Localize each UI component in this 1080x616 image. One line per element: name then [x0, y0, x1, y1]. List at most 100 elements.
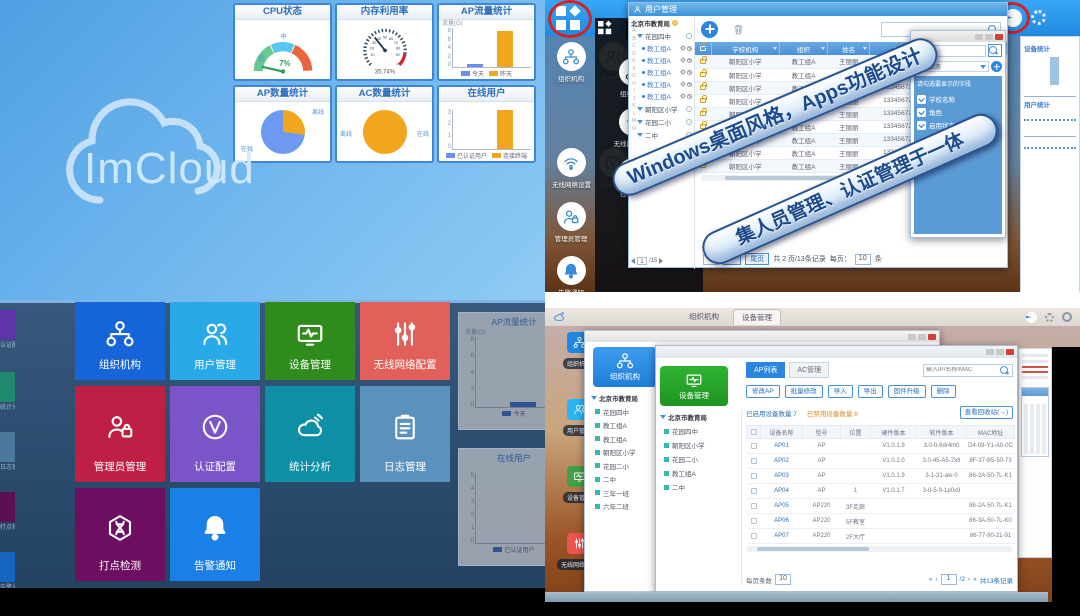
- tile-无线网络配置[interactable]: 无线网络配置: [360, 302, 450, 380]
- column-header[interactable]: 位置: [841, 426, 871, 439]
- add-user-button[interactable]: [701, 21, 718, 38]
- tree-item[interactable]: 花园四中: [591, 407, 657, 417]
- tile-统计分析[interactable]: 统计分析: [265, 386, 355, 482]
- tree-group[interactable]: 朝阳区小学: [637, 104, 692, 114]
- button-删除[interactable]: 删除: [931, 385, 956, 398]
- per-page-input[interactable]: 10: [855, 254, 871, 265]
- desktop-icon-无线网络设置[interactable]: 无线网络设置: [552, 148, 590, 189]
- button-固件升级[interactable]: 固件升级: [888, 385, 926, 398]
- tree-item[interactable]: 二中: [591, 474, 657, 484]
- edit-icon[interactable]: [680, 93, 686, 99]
- filter-icon[interactable]: [863, 47, 867, 50]
- filter-icon[interactable]: [773, 47, 777, 50]
- close-button[interactable]: [928, 334, 936, 340]
- widget-card[interactable]: 在线用户3210已认证用户连接终端: [437, 85, 536, 163]
- expand-icon[interactable]: [686, 33, 692, 39]
- desktop-icon-管理员管理[interactable]: 管理员管理: [552, 202, 590, 243]
- column-header[interactable]: 组织: [779, 42, 827, 55]
- maximize-button[interactable]: [996, 349, 1004, 355]
- first-page-button[interactable]: «: [929, 576, 933, 583]
- device-search[interactable]: [923, 364, 1013, 377]
- edit-icon[interactable]: [680, 81, 686, 87]
- column-header[interactable]: 设备名称: [761, 426, 803, 439]
- button-修改AP[interactable]: 修改AP: [746, 385, 780, 398]
- tree-item[interactable]: 教工组A: [591, 434, 657, 444]
- tile-组织机构[interactable]: 组织机构: [75, 302, 165, 380]
- tree-group[interactable]: 花园二小: [637, 117, 692, 127]
- widget-card[interactable]: CPU状态低中高7%: [233, 3, 332, 81]
- checkbox-column-header[interactable]: [747, 426, 761, 439]
- disable-icon[interactable]: [687, 94, 692, 99]
- tree-item[interactable]: 教工组A: [637, 43, 692, 53]
- tree-item[interactable]: 教工组A: [660, 468, 739, 478]
- search-button[interactable]: [988, 44, 1002, 57]
- power-icon[interactable]: [1062, 312, 1072, 322]
- table-row[interactable]: AP02APV1.0.2.03.0-45-A5-7x88F-37-B5-50-7…: [747, 454, 1015, 469]
- column-header[interactable]: 硬件版本: [871, 426, 917, 439]
- button-批量修改[interactable]: 批量修改: [785, 385, 823, 398]
- tree-root[interactable]: 北京市教育局: [660, 412, 739, 422]
- tile-用户管理[interactable]: 用户管理: [170, 302, 260, 380]
- disable-icon[interactable]: [687, 70, 692, 75]
- tab-AC管理[interactable]: AC管理: [789, 362, 829, 378]
- window-titlebar[interactable]: 用户管理: [629, 3, 1007, 16]
- expand-icon[interactable]: [686, 119, 692, 125]
- tab-设备管理[interactable]: 设备管理: [733, 309, 781, 325]
- table-row[interactable]: AP07AP2202F大厅86-77-90-21-91: [747, 529, 1015, 544]
- edit-icon[interactable]: [680, 57, 686, 63]
- button-导入[interactable]: 导入: [828, 385, 853, 398]
- edit-icon[interactable]: [680, 69, 686, 75]
- checkbox-cell[interactable]: [747, 514, 761, 529]
- add-filter-button[interactable]: [991, 61, 1002, 72]
- table-row[interactable]: AP01APV1.0.1.93.0-0-9dr4m0D4-09-Y1-A0-0C: [747, 439, 1015, 454]
- checkbox-cell[interactable]: [747, 484, 761, 499]
- minimize-button[interactable]: [908, 334, 916, 340]
- checkbox-cell[interactable]: [747, 454, 761, 469]
- horizontal-scrollbar[interactable]: [746, 546, 1013, 552]
- tree-item[interactable]: 二中: [660, 482, 739, 492]
- recycle-bin-button[interactable]: 查看回收站(→): [960, 406, 1013, 419]
- disable-icon[interactable]: [687, 82, 692, 87]
- tab-组织机构[interactable]: 组织机构: [681, 309, 727, 325]
- tile-日志管理[interactable]: 日志管理: [360, 386, 450, 482]
- start-tiles-icon[interactable]: [598, 21, 611, 34]
- tree-item[interactable]: 六年二班: [591, 501, 657, 511]
- widget-card[interactable]: 内存利用率10203040506070809010035.74%: [335, 3, 434, 81]
- pie-chart-icon[interactable]: [1026, 312, 1037, 323]
- checkbox-cell[interactable]: [747, 439, 761, 454]
- org-root[interactable]: 北京市教育局: [631, 18, 692, 28]
- tree-item[interactable]: 朝阳区小学: [660, 440, 739, 450]
- last-page-button[interactable]: »: [973, 576, 977, 583]
- button-导出[interactable]: 导出: [858, 385, 883, 398]
- tile-管理员管理[interactable]: 管理员管理: [75, 386, 165, 482]
- last-page-button[interactable]: 尾页: [745, 253, 769, 265]
- table-row[interactable]: AP06AP2205F教室86-3A-50-7L-K0: [747, 514, 1015, 529]
- field-checkbox-row[interactable]: 学校名称: [917, 94, 999, 104]
- checkbox-checked-icon[interactable]: [917, 95, 926, 104]
- minimize-button[interactable]: [986, 349, 994, 355]
- org-module-card[interactable]: 组织机构: [593, 347, 657, 387]
- widget-card[interactable]: AP流量统计流量(G)86420今天昨天: [437, 3, 536, 81]
- gear-icon[interactable]: [1031, 10, 1046, 25]
- tab-AP列表[interactable]: AP列表: [746, 362, 785, 378]
- tree-item[interactable]: 花园二小: [591, 461, 657, 471]
- column-header[interactable]: MAC地址: [967, 426, 1015, 439]
- filter-icon[interactable]: [821, 47, 825, 50]
- prev-page-icon[interactable]: [631, 258, 635, 264]
- column-header[interactable]: 软件版本: [917, 426, 967, 439]
- gear-icon[interactable]: [1045, 313, 1054, 322]
- disable-icon[interactable]: [687, 46, 692, 51]
- tile-打点检测[interactable]: 打点检测: [75, 488, 165, 581]
- tree-item[interactable]: 三年一班: [591, 488, 657, 498]
- checkbox-checked-icon[interactable]: [917, 108, 926, 117]
- widget-card[interactable]: AC数量统计离线在线: [335, 85, 434, 163]
- next-page-button[interactable]: ›: [968, 576, 970, 583]
- column-header[interactable]: 学校机构: [711, 42, 779, 55]
- tree-item[interactable]: 花园四中: [660, 426, 739, 436]
- window-titlebar[interactable]: [585, 331, 939, 342]
- tree-item[interactable]: 花园二小: [660, 454, 739, 464]
- disable-icon[interactable]: [687, 58, 692, 63]
- close-button[interactable]: [995, 34, 1003, 40]
- cloud-app-icon[interactable]: [553, 311, 565, 323]
- prev-page-button[interactable]: ‹: [935, 576, 937, 583]
